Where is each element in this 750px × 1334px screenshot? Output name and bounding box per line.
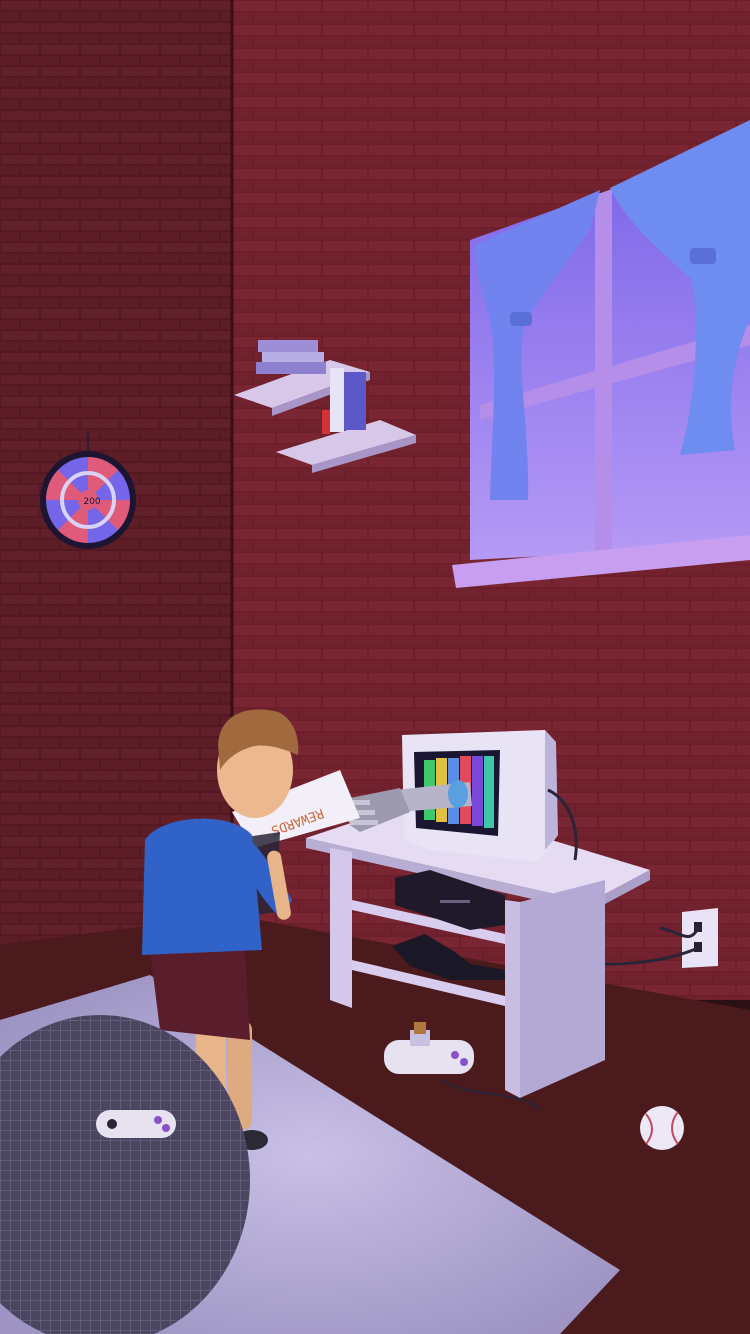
curtain-tie-right	[690, 248, 716, 264]
curtain-tie-left	[510, 312, 532, 326]
baseball	[640, 1106, 684, 1150]
controller-on-beanbag	[96, 1110, 176, 1138]
dartboard-score-label: 200	[83, 497, 100, 507]
room-scene: 200 REWARDS	[0, 0, 750, 1334]
